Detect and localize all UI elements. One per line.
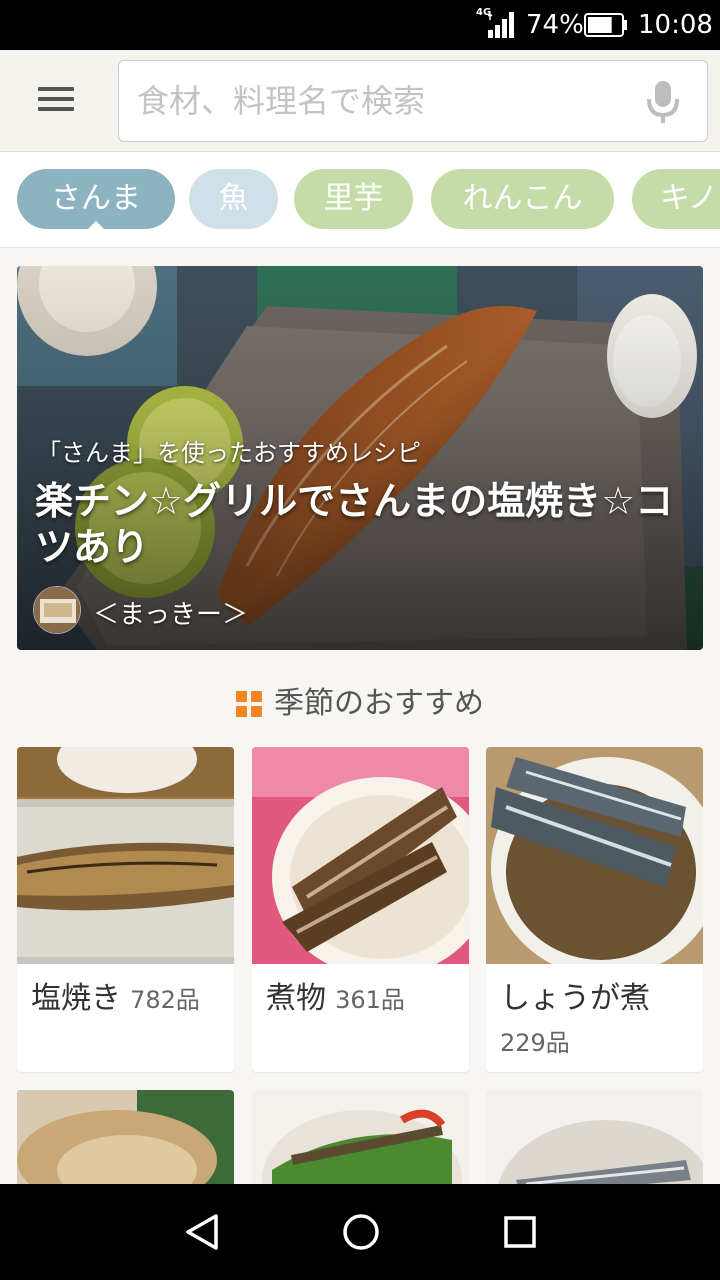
recipe-card-sixth[interactable] [486,1090,703,1190]
clock: 10:08 [638,10,713,40]
status-bar: 4G 74% 10:08 [0,0,720,50]
search-box [118,60,708,142]
featured-title: 楽チン☆グリルでさんまの塩焼き☆コツあり [35,479,674,569]
grid-icon [236,691,262,717]
section-title-label: 季節のおすすめ [274,686,484,721]
chip-lotus-root[interactable]: れんこん [431,169,614,229]
recipe-name: 煮物 [266,981,326,1016]
chip-fish[interactable]: 魚 [189,169,278,229]
recipe-card-ginger-simmered[interactable]: しょうが煮 229品 [486,747,703,1072]
recipe-count: 229品 [500,1029,570,1057]
author-name: ＜まっきー＞ [93,600,248,630]
recipe-name: しょうが煮 [500,981,650,1016]
chip-mushroom[interactable]: キノコ [632,169,720,229]
recipe-meta: 塩焼き 782品 [31,979,226,1023]
recipe-meta: しょうが煮 229品 [500,979,695,1066]
recipe-card-simmered[interactable]: 煮物 361品 [252,747,469,1072]
recipe-thumbnail [486,747,703,964]
featured-recipe-card[interactable]: 「さんま」を使ったおすすめレシピ 楽チン☆グリルでさんまの塩焼き☆コツあり ＜ま… [17,266,703,650]
chip-sanma[interactable]: さんま [17,169,175,229]
recipe-thumbnail [17,1090,234,1190]
recipe-count: 782品 [130,986,200,1014]
section-title: 季節のおすすめ [0,682,720,726]
battery-percent: 74% [526,10,584,40]
selected-chip-pointer [85,221,107,232]
back-triangle-icon[interactable] [172,1202,232,1262]
signal-icon [488,12,514,38]
category-chip-row: さんま 魚 里芋 れんこん キノコ [0,152,720,248]
featured-caption: 「さんま」を使ったおすすめレシピ [37,439,421,467]
recipe-count: 361品 [335,986,405,1014]
app-header [0,50,720,152]
battery-icon [584,13,627,37]
recipe-name: 塩焼き [31,981,121,1016]
system-navigation-bar [0,1184,720,1280]
recents-square-icon[interactable] [490,1202,550,1262]
microphone-icon[interactable] [639,77,687,127]
recipe-thumbnail [252,1090,469,1190]
author-avatar [33,586,81,634]
recipe-meta: 煮物 361品 [266,979,461,1023]
chip-taro[interactable]: 里芋 [294,169,413,229]
home-circle-icon[interactable] [331,1202,391,1262]
hamburger-menu-icon[interactable] [22,76,90,122]
recipe-thumbnail [486,1090,703,1190]
recipe-thumbnail [17,747,234,964]
recipe-thumbnail [252,747,469,964]
recipe-card-salt-grilled[interactable]: 塩焼き 782品 [17,747,234,1072]
recipe-card-fourth[interactable] [17,1090,234,1190]
search-input[interactable] [137,73,617,129]
recipe-card-fifth[interactable] [252,1090,469,1190]
